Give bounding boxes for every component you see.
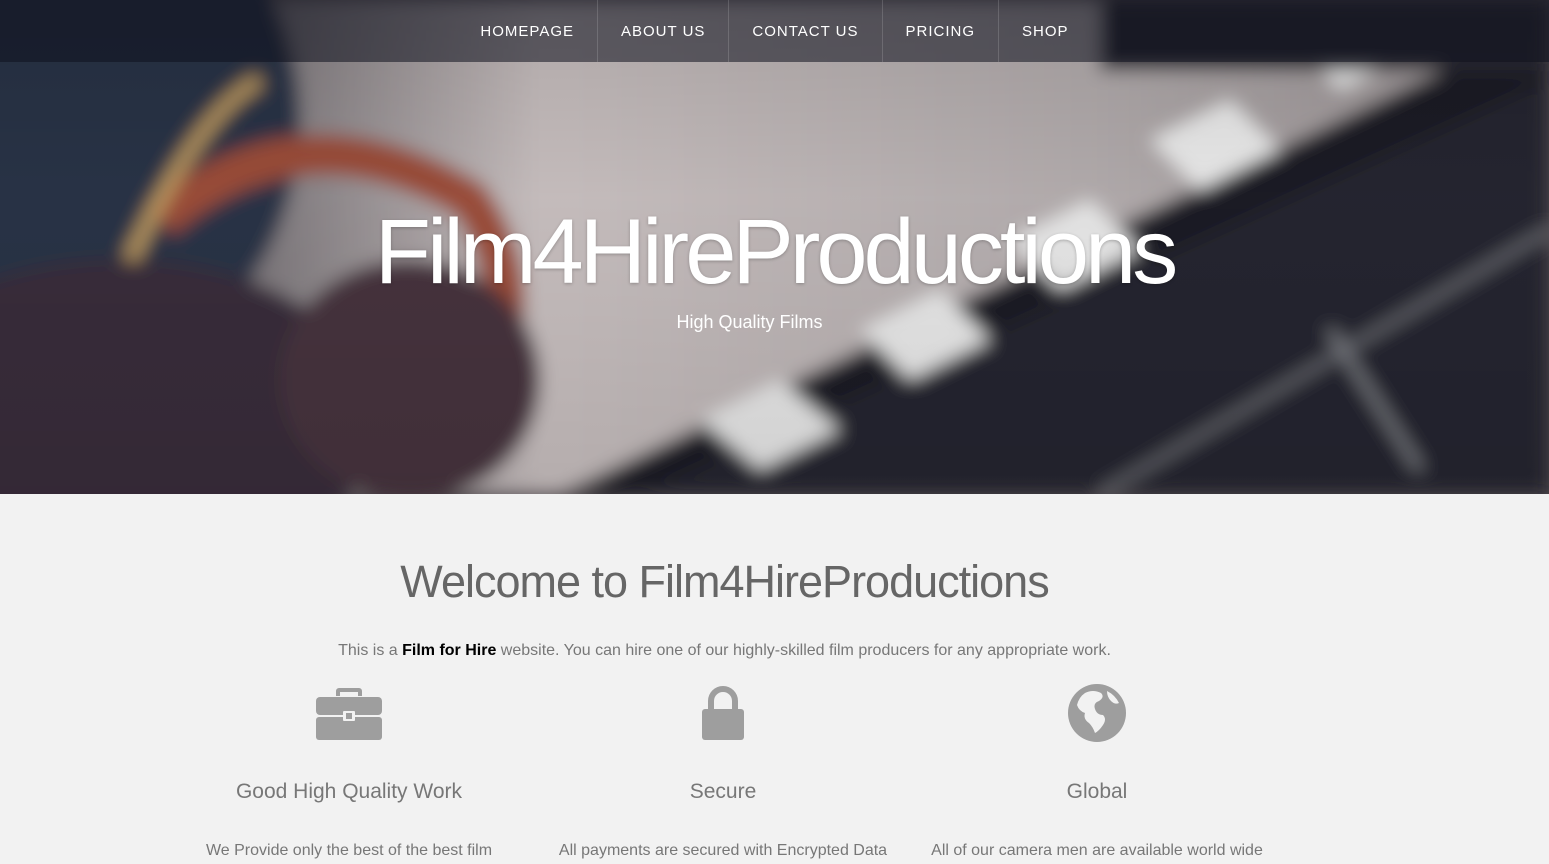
- feature-text: We Provide only the best of the best fil…: [205, 842, 493, 859]
- hero-subtitle: High Quality Films: [676, 312, 823, 332]
- feature-secure: Secure All payments are secured with Enc…: [533, 682, 913, 859]
- feature-global: Global All of our camera men are availab…: [907, 682, 1287, 859]
- briefcase-icon: [159, 682, 539, 744]
- intro-bold: Film for Hire: [402, 642, 497, 659]
- nav-about-us[interactable]: ABOUT US: [598, 0, 730, 62]
- feature-quality: Good High Quality Work We Provide only t…: [159, 682, 539, 859]
- hero-banner: HOMEPAGE ABOUT US CONTACT US PRICING SHO…: [0, 0, 1549, 494]
- intro-before: This is a: [338, 642, 403, 659]
- globe-icon: [907, 682, 1287, 744]
- feature-text: All of our camera men are available worl…: [931, 842, 1263, 859]
- hero-title: Film4HireProductions: [374, 201, 1178, 303]
- nav-contact-us[interactable]: CONTACT US: [729, 0, 883, 62]
- welcome-heading: Welcome to Film4HireProductions: [400, 556, 1049, 607]
- intro-after: website. You can hire one of our highly-…: [496, 642, 1111, 659]
- intro-text: This is a Film for Hire website. You can…: [0, 642, 1549, 660]
- nav-shop[interactable]: SHOP: [999, 0, 1092, 62]
- lock-icon: [533, 682, 913, 744]
- feature-title: Global: [1066, 780, 1128, 803]
- feature-title: Good High Quality Work: [235, 780, 463, 803]
- top-navbar: HOMEPAGE ABOUT US CONTACT US PRICING SHO…: [0, 0, 1549, 62]
- nav-pricing[interactable]: PRICING: [883, 0, 1000, 62]
- nav-homepage[interactable]: HOMEPAGE: [457, 0, 598, 62]
- feature-title: Secure: [689, 780, 757, 803]
- feature-text: All payments are secured with Encrypted …: [558, 842, 888, 859]
- welcome-section: Welcome to Film4HireProductions This is …: [0, 494, 1549, 864]
